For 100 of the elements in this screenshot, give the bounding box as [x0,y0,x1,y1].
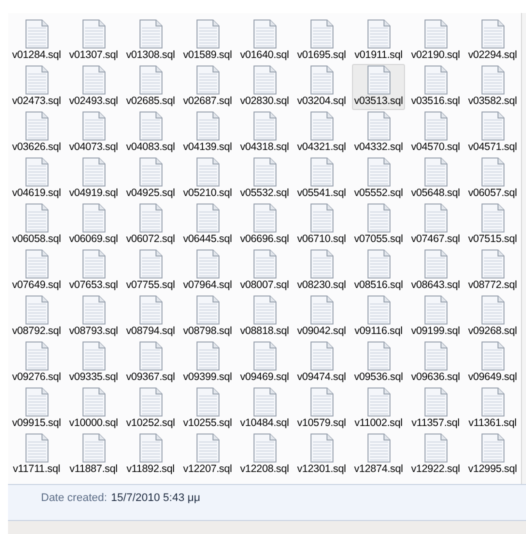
file-item[interactable]: v12301.sql [295,432,348,478]
file-item[interactable]: v09199.sql [409,294,462,340]
file-item[interactable]: v09649.sql [466,340,519,386]
file-item[interactable]: v04073.sql [67,110,120,156]
file-item[interactable]: v03204.sql [295,64,348,110]
file-item[interactable]: v07964.sql [181,248,234,294]
file-item[interactable]: v02687.sql [181,64,234,110]
file-item[interactable]: v04925.sql [124,156,177,202]
file-item[interactable]: v07649.sql [10,248,63,294]
text-file-icon [366,249,390,279]
file-item[interactable]: v06710.sql [295,202,348,248]
file-item[interactable]: v11887.sql [67,432,120,478]
file-item[interactable]: v02473.sql [10,64,63,110]
file-item[interactable]: v01911.sql [352,18,405,64]
file-item[interactable]: v08516.sql [352,248,405,294]
file-item[interactable]: v05552.sql [352,156,405,202]
file-item[interactable]: v05541.sql [295,156,348,202]
file-item[interactable]: v04321.sql [295,110,348,156]
file-item[interactable]: v08818.sql [238,294,291,340]
file-item[interactable]: v10000.sql [67,386,120,432]
file-item[interactable]: v09276.sql [10,340,63,386]
file-item[interactable]: v02685.sql [124,64,177,110]
text-file-icon [310,295,334,325]
file-item[interactable]: v06057.sql [466,156,519,202]
text-file-icon [252,249,276,279]
file-item[interactable]: v09116.sql [352,294,405,340]
text-file-icon [424,249,448,279]
file-item[interactable]: v01695.sql [295,18,348,64]
file-item[interactable]: v02294.sql [466,18,519,64]
file-item[interactable]: v09915.sql [10,386,63,432]
file-item[interactable]: v08643.sql [409,248,462,294]
file-item[interactable]: v03582.sql [466,64,519,110]
file-item[interactable]: v09042.sql [295,294,348,340]
file-item[interactable]: v09469.sql [238,340,291,386]
file-item[interactable]: v02190.sql [409,18,462,64]
text-file-icon [424,295,448,325]
file-item[interactable]: v11711.sql [10,432,63,478]
file-item[interactable]: v01640.sql [238,18,291,64]
text-file-icon [82,249,106,279]
file-item[interactable]: v04083.sql [124,110,177,156]
file-item[interactable]: v04571.sql [466,110,519,156]
file-item[interactable]: v09474.sql [295,340,348,386]
text-file-icon [424,65,448,95]
text-file-icon [424,111,448,141]
file-item[interactable]: v08793.sql [67,294,120,340]
file-item[interactable]: v11361.sql [466,386,519,432]
file-item[interactable]: v03516.sql [409,64,462,110]
file-item[interactable]: v07653.sql [67,248,120,294]
file-item[interactable]: v08792.sql [10,294,63,340]
file-item[interactable]: v09536.sql [352,340,405,386]
file-item[interactable]: v12922.sql [409,432,462,478]
file-item[interactable]: v12208.sql [238,432,291,478]
file-item[interactable]: v11357.sql [409,386,462,432]
file-item[interactable]: v04139.sql [181,110,234,156]
file-item[interactable]: v01307.sql [67,18,120,64]
file-item[interactable]: v07755.sql [124,248,177,294]
file-item[interactable]: v02830.sql [238,64,291,110]
file-item[interactable]: v10255.sql [181,386,234,432]
file-item[interactable]: v03626.sql [10,110,63,156]
file-item[interactable]: v11002.sql [352,386,405,432]
file-item[interactable]: v06696.sql [238,202,291,248]
file-item[interactable]: v04919.sql [67,156,120,202]
file-item[interactable]: v08794.sql [124,294,177,340]
file-item[interactable]: v04332.sql [352,110,405,156]
file-item[interactable]: v09399.sql [181,340,234,386]
file-item[interactable]: v06072.sql [124,202,177,248]
file-item[interactable]: v01589.sql [181,18,234,64]
file-item[interactable]: v12874.sql [352,432,405,478]
file-item[interactable]: v02493.sql [67,64,120,110]
file-item[interactable]: v08798.sql [181,294,234,340]
file-item[interactable]: v08007.sql [238,248,291,294]
file-item[interactable]: v04318.sql [238,110,291,156]
file-item[interactable]: v07467.sql [409,202,462,248]
file-item[interactable]: v09268.sql [466,294,519,340]
file-item[interactable]: v08230.sql [295,248,348,294]
file-item[interactable]: v12207.sql [181,432,234,478]
file-item[interactable]: v09335.sql [67,340,120,386]
file-item[interactable]: v01308.sql [124,18,177,64]
file-item[interactable]: v11892.sql [124,432,177,478]
text-file-icon [196,157,220,187]
file-item[interactable]: v10484.sql [238,386,291,432]
file-item[interactable]: v05648.sql [409,156,462,202]
file-item[interactable]: v05532.sql [238,156,291,202]
file-item[interactable]: v01284.sql [10,18,63,64]
file-item[interactable]: v12995.sql [466,432,519,478]
file-item[interactable]: v06069.sql [67,202,120,248]
file-item[interactable]: v07515.sql [466,202,519,248]
file-item[interactable]: v10252.sql [124,386,177,432]
file-item[interactable]: v05210.sql [181,156,234,202]
file-item[interactable]: v07055.sql [352,202,405,248]
file-item[interactable]: v10579.sql [295,386,348,432]
file-item[interactable]: v04619.sql [10,156,63,202]
file-item[interactable]: v09367.sql [124,340,177,386]
details-value: 15/7/2010 5:43 μμ [111,491,200,506]
file-item[interactable]: v06058.sql [10,202,63,248]
file-item[interactable]: v03513.sql [352,64,405,110]
file-item[interactable]: v09636.sql [409,340,462,386]
file-item[interactable]: v04570.sql [409,110,462,156]
file-item[interactable]: v08772.sql [466,248,519,294]
file-item[interactable]: v06445.sql [181,202,234,248]
